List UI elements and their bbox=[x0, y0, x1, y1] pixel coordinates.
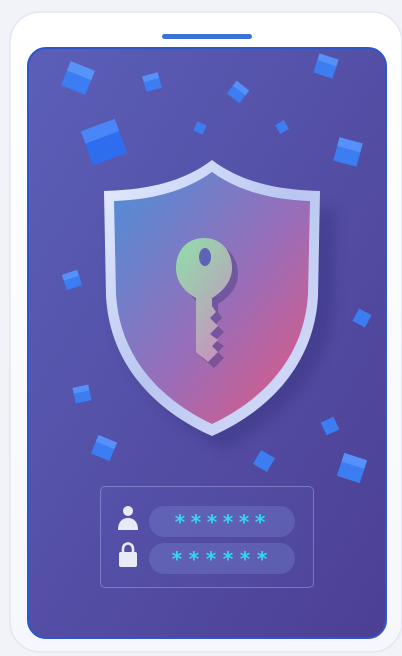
password-row: ****** bbox=[117, 542, 297, 574]
password-field[interactable]: ****** bbox=[149, 543, 295, 574]
phone-speaker bbox=[162, 34, 252, 39]
username-row: ****** bbox=[117, 505, 297, 537]
cube-icon bbox=[72, 384, 92, 404]
illustration-canvas: ****** ****** bbox=[0, 0, 402, 656]
lock-icon bbox=[119, 542, 137, 567]
login-panel: ****** ****** bbox=[100, 486, 314, 588]
user-icon bbox=[118, 506, 138, 530]
username-field[interactable]: ****** bbox=[149, 506, 295, 537]
